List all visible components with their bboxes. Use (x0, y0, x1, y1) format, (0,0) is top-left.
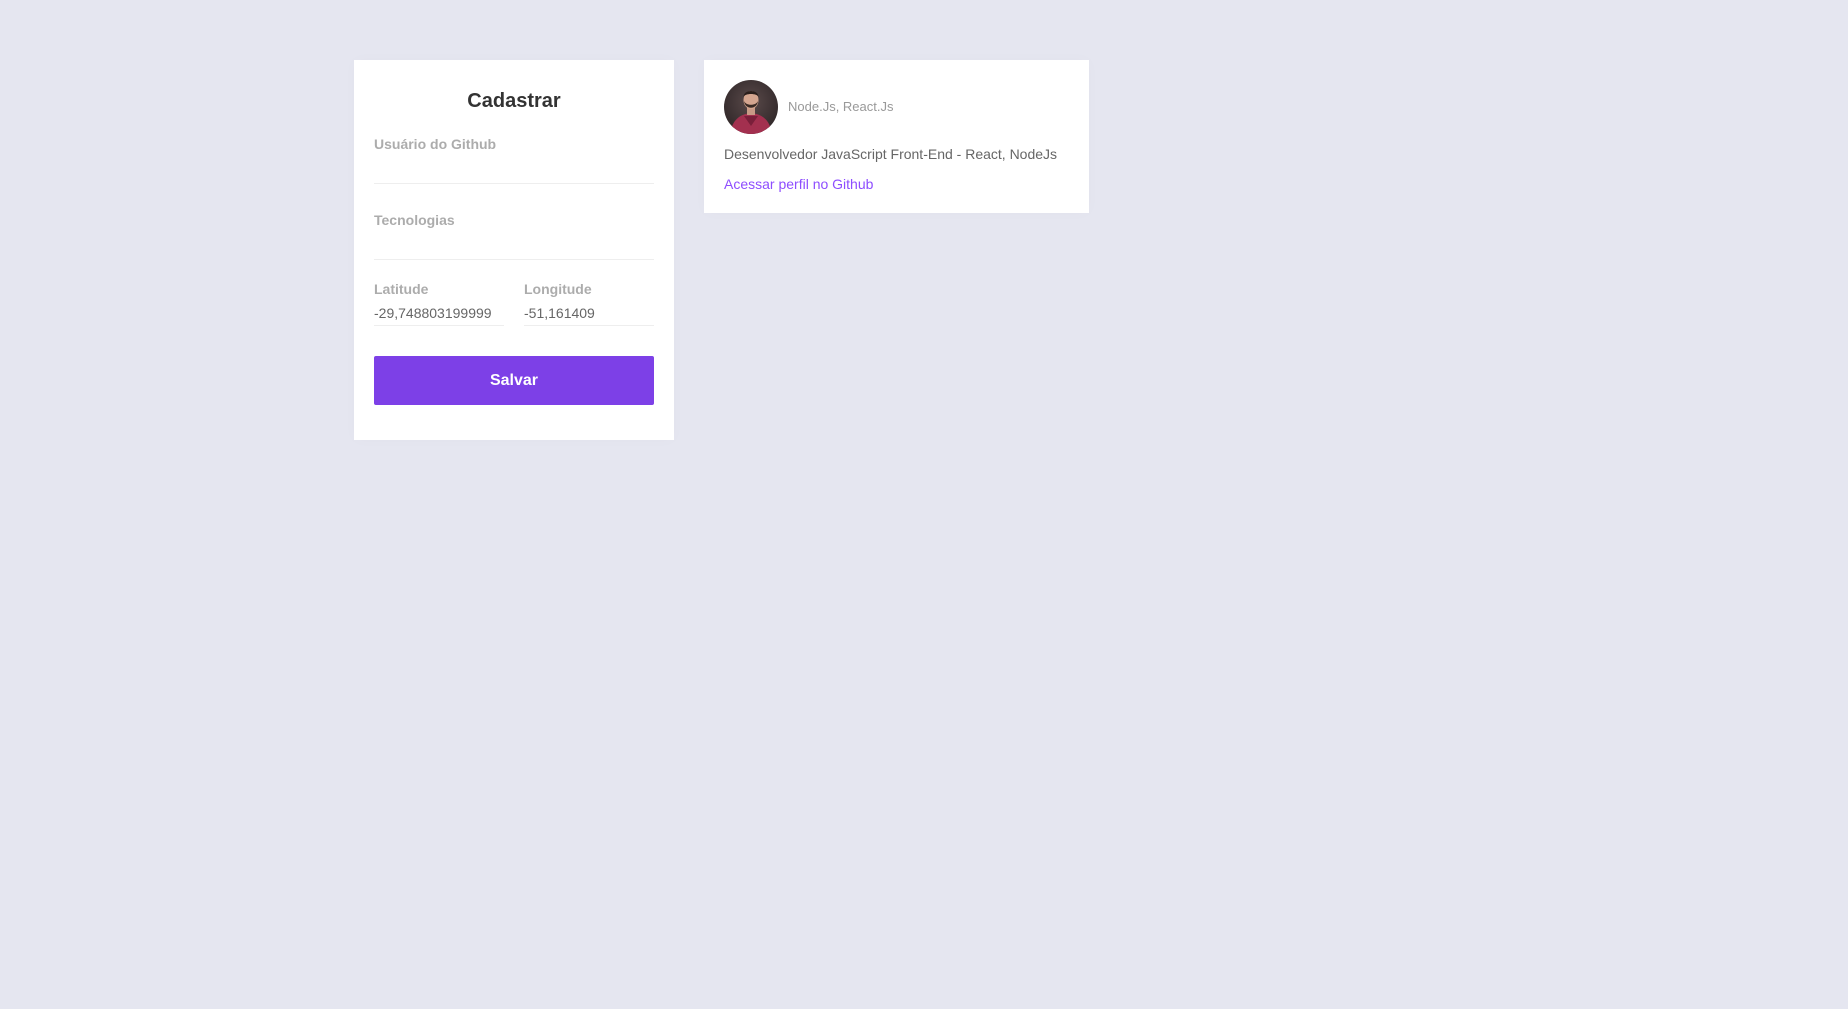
github-profile-link[interactable]: Acessar perfil no Github (724, 174, 873, 194)
longitude-label: Longitude (524, 281, 592, 297)
github-username-input[interactable] (374, 152, 654, 184)
save-button[interactable]: Salvar (374, 356, 654, 405)
form-title: Cadastrar (467, 90, 561, 112)
dev-bio: Desenvolvedor JavaScript Front-End - Rea… (724, 146, 1058, 162)
github-username-field: Usuário do Github (374, 136, 654, 184)
longitude-input[interactable] (524, 297, 654, 326)
github-username-label: Usuário do Github (374, 136, 497, 152)
register-form-card: Cadastrar Usuário do Github Tecnologias … (354, 60, 674, 440)
latitude-input[interactable] (374, 297, 504, 326)
latitude-label: Latitude (374, 281, 429, 297)
dev-info: Node.Js, React.Js (788, 98, 894, 116)
avatar-image (724, 80, 778, 134)
avatar (724, 80, 778, 134)
longitude-field: Longitude (524, 281, 654, 326)
techs-input[interactable] (374, 228, 654, 260)
techs-label: Tecnologias (374, 212, 455, 228)
techs-field: Tecnologias (374, 212, 654, 260)
dev-techs: Node.Js, React.Js (788, 99, 894, 114)
dev-header: Node.Js, React.Js (724, 80, 1069, 134)
dev-item-card: Node.Js, React.Js Desenvolvedor JavaScri… (704, 60, 1089, 213)
coordinates-group: Latitude Longitude (374, 281, 654, 326)
latitude-field: Latitude (374, 281, 504, 326)
